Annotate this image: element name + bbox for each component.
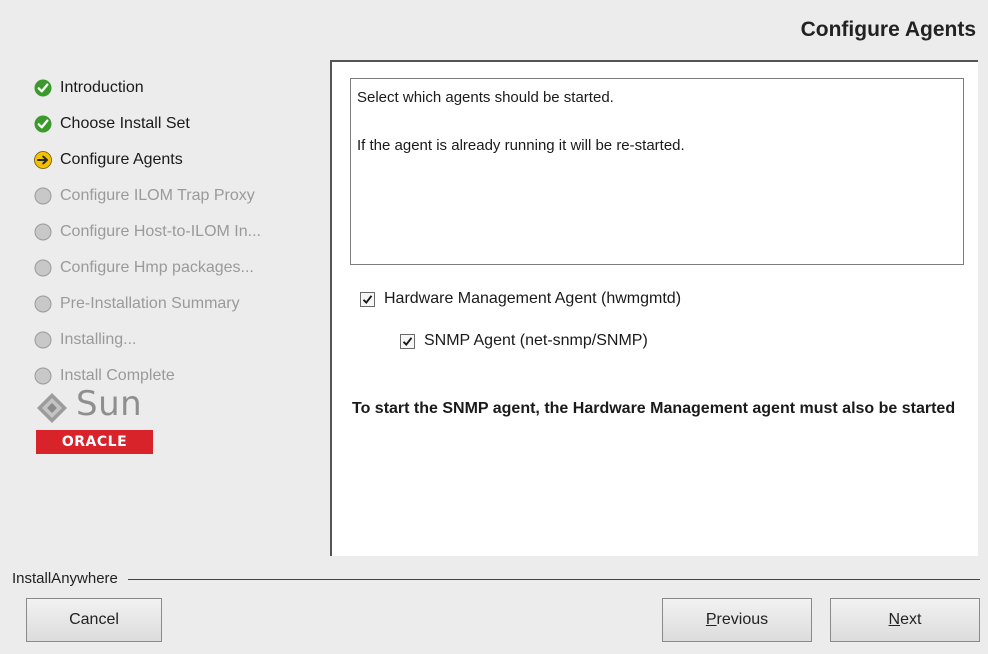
circle-icon: [34, 367, 52, 385]
step-label: Configure Host-to-ILOM In...: [60, 223, 261, 240]
sun-logo-text: Sun: [76, 384, 143, 424]
previous-label: revious: [716, 611, 769, 628]
step-label: Introduction: [60, 79, 144, 96]
check-mark-icon: [362, 294, 373, 304]
step-label: Configure ILOM Trap Proxy: [60, 187, 255, 204]
main-panel: Select which agents should be started. I…: [330, 60, 978, 556]
description-box: Select which agents should be started. I…: [350, 78, 964, 265]
step-label: Configure Agents: [60, 151, 183, 168]
sun-diamond-icon: [37, 393, 67, 423]
next-button[interactable]: Next: [830, 598, 980, 642]
next-mnemonic: N: [888, 611, 901, 628]
step-label: Configure Hmp packages...: [60, 259, 254, 276]
description-line-1: Select which agents should be started.: [357, 89, 614, 106]
circle-icon: [34, 331, 52, 349]
circle-icon: [34, 223, 52, 241]
hwmgmtd-checkbox-row[interactable]: Hardware Management Agent (hwmgmtd): [360, 290, 681, 308]
next-label: ext: [900, 611, 922, 628]
arrow-right-icon: [34, 151, 52, 169]
hwmgmtd-label[interactable]: Hardware Management Agent (hwmgmtd): [384, 290, 681, 308]
snmp-checkbox[interactable]: [400, 333, 415, 349]
step-choose-install-set: Choose Install Set: [34, 112, 190, 136]
step-installing: Installing...: [34, 328, 136, 352]
description-line-2: If the agent is already running it will …: [357, 137, 685, 154]
step-configure-host-to-ilom: Configure Host-to-ILOM In...: [34, 220, 261, 244]
circle-icon: [34, 295, 52, 313]
step-label: Choose Install Set: [60, 115, 190, 132]
circle-icon: [34, 187, 52, 205]
previous-mnemonic: P: [705, 611, 717, 628]
step-configure-hmp-packages: Configure Hmp packages...: [34, 256, 254, 280]
circle-icon: [34, 259, 52, 277]
checkmark-icon: [34, 115, 52, 133]
check-mark-icon: [402, 336, 413, 346]
step-configure-ilom-trap-proxy: Configure ILOM Trap Proxy: [34, 184, 255, 208]
snmp-requirement-note: To start the SNMP agent, the Hardware Ma…: [352, 400, 956, 417]
installanywhere-label: InstallAnywhere: [12, 570, 128, 587]
step-label: Install Complete: [60, 367, 175, 384]
sun-logo: Sun: [36, 384, 151, 426]
step-configure-agents: Configure Agents: [34, 148, 183, 172]
step-label: Installing...: [60, 331, 137, 348]
page-title: Configure Agents: [800, 18, 976, 41]
step-label: Pre-Installation Summary: [60, 295, 240, 312]
step-introduction: Introduction: [34, 76, 144, 100]
oracle-logo: ORACLE: [36, 430, 153, 454]
hwmgmtd-checkbox[interactable]: [360, 291, 375, 307]
cancel-button[interactable]: Cancel: [26, 598, 162, 642]
snmp-checkbox-row[interactable]: SNMP Agent (net-snmp/SNMP): [400, 332, 648, 350]
snmp-label[interactable]: SNMP Agent (net-snmp/SNMP): [424, 332, 648, 350]
previous-button[interactable]: Previous: [662, 598, 812, 642]
installanywhere-divider: InstallAnywhere: [12, 570, 980, 590]
divider-rule: [12, 579, 980, 580]
step-pre-installation-summary: Pre-Installation Summary: [34, 292, 240, 316]
checkmark-icon: [34, 79, 52, 97]
